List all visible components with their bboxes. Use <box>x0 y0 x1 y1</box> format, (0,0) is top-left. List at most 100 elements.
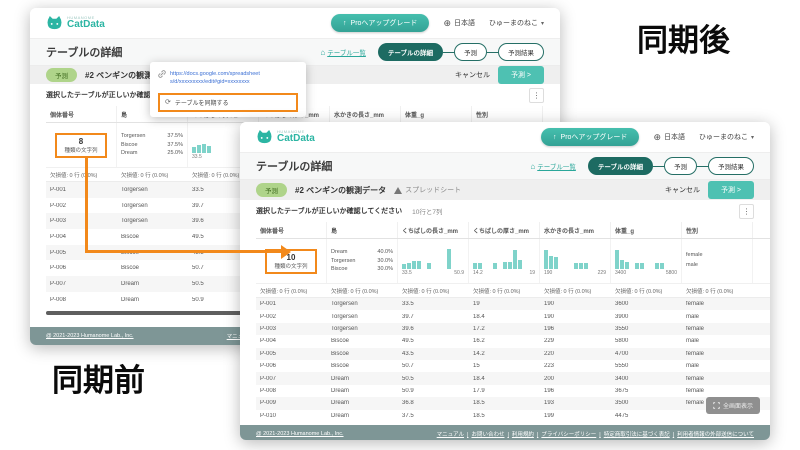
step-pill[interactable]: 予測 <box>664 157 697 175</box>
summary-island-cell: Dream40.0%Torgersen30.0%Biscoe30.0% <box>327 239 398 283</box>
table-list-link[interactable]: ⌂テーブル一覧 <box>320 47 365 57</box>
language-selector[interactable]: ⊕日本語 <box>653 132 685 142</box>
status-badge: 予測 <box>46 68 77 82</box>
table-cell: Torgersen <box>117 218 188 224</box>
table-cell: P-002 <box>256 314 327 320</box>
table-cell: P-007 <box>46 281 117 287</box>
table-row: P-010Dream37.518.51994475 <box>256 410 770 422</box>
kebab-menu-button[interactable]: ⋮ <box>529 88 544 103</box>
upgrade-icon: ↑ <box>343 20 347 27</box>
table-cell: 15 <box>469 363 540 369</box>
sync-table-menu-item[interactable]: ⟳ テーブルを同期する <box>158 93 298 112</box>
table-list-link[interactable]: ⌂テーブル一覧 <box>530 161 575 171</box>
cancel-button[interactable]: キャンセル <box>455 70 490 80</box>
app-header: HUMANOME CatData ↑Proへアップグレード ⊕日本語 ひゅーまの… <box>30 8 560 39</box>
table-cell: 196 <box>540 388 611 394</box>
predict-button[interactable]: 予測 > <box>708 181 754 199</box>
footer-link[interactable]: 利用者情報の外部送信について <box>670 430 754 438</box>
before-sync-label: 同期前 <box>52 355 145 400</box>
user-menu[interactable]: ひゅーまのねこ▾ <box>699 132 754 142</box>
histogram-bar <box>579 263 583 269</box>
workflow-stepper: テーブルの詳細予測予測結果 <box>588 157 754 175</box>
kebab-menu-button[interactable]: ⋮ <box>739 204 754 219</box>
spreadsheet-url-link[interactable]: https://docs.google.com/spreadsheets/d/x… <box>158 70 298 87</box>
summary-bill-depth-cell: 14.219 <box>469 239 540 283</box>
cancel-button[interactable]: キャンセル <box>665 185 700 195</box>
step-pill[interactable]: テーブルの詳細 <box>378 43 443 61</box>
table-cell: 36.8 <box>398 400 469 406</box>
histogram-bar <box>584 263 588 269</box>
fullscreen-button[interactable]: 全画面表示 <box>706 397 760 414</box>
table-cell: male <box>682 314 753 320</box>
missing-values-row: 欠損値: 0 行 (0.0%)欠損値: 0 行 (0.0%)欠損値: 0 行 (… <box>256 284 770 298</box>
histogram-bar <box>625 262 629 269</box>
histogram-bar <box>192 147 196 153</box>
language-selector[interactable]: ⊕日本語 <box>443 18 475 28</box>
histogram-bar <box>518 260 522 269</box>
table-row: P-006Biscoe50.7152235550male <box>256 360 770 372</box>
footer-link[interactable]: 利用規約 <box>504 430 533 438</box>
table-cell: 50.5 <box>398 376 469 382</box>
column-header: 個体番号 <box>256 222 327 238</box>
user-menu[interactable]: ひゅーまのねこ▾ <box>489 18 544 28</box>
predict-button[interactable]: 予測 > <box>498 66 544 84</box>
page-title: テーブルの詳細 <box>256 158 332 174</box>
table-cell: 18.5 <box>469 400 540 406</box>
column-header: 体重_g <box>401 106 472 122</box>
histogram-bar <box>635 263 639 269</box>
missing-value-label: 欠損値: 0 行 (0.0%) <box>327 287 398 295</box>
footer-link[interactable]: お問い合わせ <box>464 430 504 438</box>
summary-bill-length-cell: 33.550.9 <box>398 239 469 283</box>
spreadsheet-icon <box>394 187 402 194</box>
table-cell: Torgersen <box>117 187 188 193</box>
table-cell: P-006 <box>256 363 327 369</box>
summary-id-cell: 8 種類の文字列 <box>46 123 117 167</box>
spreadsheet-source-button[interactable]: スプレッドシート <box>394 185 461 195</box>
histogram-bar <box>493 263 497 269</box>
table-cell: 3900 <box>611 314 682 320</box>
column-header: 個体番号 <box>46 106 117 122</box>
table-cell: male <box>682 338 753 344</box>
app-logo: HUMANOME CatData <box>256 130 315 144</box>
table-cell: Dream <box>117 297 188 303</box>
histogram-bar <box>197 145 201 153</box>
breadcrumb-stepper: ⌂テーブル一覧 テーブルの詳細予測予測結果 <box>320 43 544 61</box>
histogram-bar <box>402 264 406 269</box>
table-cell: 5550 <box>611 363 682 369</box>
footer-link[interactable]: 特定商取引法に基づく表記 <box>596 430 669 438</box>
upgrade-pro-button[interactable]: ↑Proへアップグレード <box>331 14 429 32</box>
table-cell: 200 <box>540 376 611 382</box>
table-cell: 3400 <box>611 376 682 382</box>
id-type-highlight-box: 8 種類の文字列 <box>55 133 107 158</box>
table-cell: female <box>682 376 753 382</box>
table-dimensions: 10行と7列 <box>412 206 442 216</box>
histogram-bar <box>508 262 512 269</box>
sex-category: male <box>686 261 748 271</box>
table-cell: Torgersen <box>327 314 398 320</box>
column-header: 水かきの長さ_mm <box>330 106 401 122</box>
step-pill[interactable]: 予測 <box>454 43 487 61</box>
dataset-bar: 予測 #2 ペンギンの観測データ スプレッドシート キャンセル 予測 > <box>240 180 770 200</box>
copyright-link[interactable]: @ 2021-2023 Humanome Lab., Inc. <box>46 333 134 339</box>
footer-link[interactable]: プライバシーポリシー <box>534 430 596 438</box>
footer-link[interactable]: マニュアル <box>437 430 464 438</box>
table-cell: 14.2 <box>469 351 540 357</box>
table-cell: 50.7 <box>398 363 469 369</box>
table-row: P-009Dream36.818.51933500female <box>256 397 770 409</box>
step-pill[interactable]: テーブルの詳細 <box>588 157 653 175</box>
step-pill[interactable]: 予測結果 <box>708 157 754 175</box>
cat-icon <box>46 16 63 30</box>
table-cell: female <box>682 351 753 357</box>
confirm-text: 選択したテーブルが正しいか確認してください <box>256 206 402 216</box>
table-header-row: 個体番号島くちばしの長さ_mmくちばしの厚さ_mm水かきの長さ_mm体重_g性別 <box>256 222 770 239</box>
link-icon <box>158 70 166 78</box>
status-badge: 予測 <box>256 183 287 197</box>
app-logo: HUMANOME CatData <box>46 16 105 30</box>
missing-value-label: 欠損値: 0 行 (0.0%) <box>682 287 753 295</box>
table-cell: P-008 <box>46 297 117 303</box>
table-cell: 18.5 <box>469 413 540 419</box>
upgrade-pro-button[interactable]: ↑Proへアップグレード <box>541 128 639 146</box>
copyright-link[interactable]: @ 2021-2023 Humanome Lab., Inc. <box>256 431 344 437</box>
body-mass-histogram <box>615 249 677 269</box>
step-pill[interactable]: 予測結果 <box>498 43 544 61</box>
